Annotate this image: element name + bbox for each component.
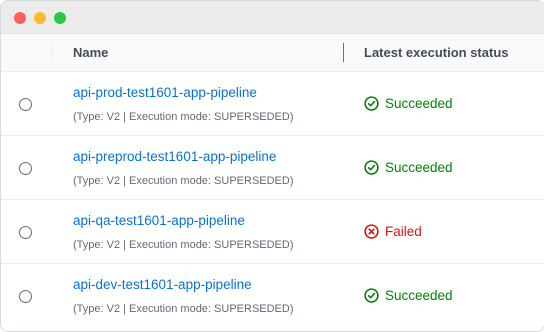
minimize-window-button[interactable] [34, 12, 46, 24]
column-header-name[interactable]: Name [73, 45, 108, 60]
pipeline-meta: (Type: V2 | Execution mode: SUPERSEDED) [73, 111, 294, 123]
status-label: Succeeded [385, 160, 453, 175]
column-header-status[interactable]: Latest execution status [364, 45, 509, 60]
pipeline-name-link[interactable]: api-preprod-test1601-app-pipeline [73, 149, 276, 164]
check-circle-icon [364, 160, 379, 175]
row-select-radio[interactable] [19, 226, 32, 239]
title-bar [1, 1, 544, 34]
pipeline-name-link[interactable]: api-qa-test1601-app-pipeline [73, 213, 245, 228]
check-circle-icon [364, 288, 379, 303]
status-badge: Succeeded [364, 288, 453, 303]
app-window: Name Latest execution status api-prod-te… [0, 0, 544, 332]
row-select-radio[interactable] [19, 98, 32, 111]
status-badge: Failed [364, 224, 422, 239]
column-divider [52, 43, 53, 62]
row-select-radio[interactable] [19, 290, 32, 303]
status-label: Failed [385, 224, 422, 239]
status-label: Succeeded [385, 288, 453, 303]
status-badge: Succeeded [364, 160, 453, 175]
pipeline-name-link[interactable]: api-prod-test1601-app-pipeline [73, 85, 257, 100]
pipeline-meta: (Type: V2 | Execution mode: SUPERSEDED) [73, 175, 294, 187]
status-badge: Succeeded [364, 96, 453, 111]
table-row: api-prod-test1601-app-pipeline (Type: V2… [1, 72, 544, 136]
row-select-radio[interactable] [19, 162, 32, 175]
status-label: Succeeded [385, 96, 453, 111]
x-circle-icon [364, 224, 379, 239]
pipeline-name-link[interactable]: api-dev-test1601-app-pipeline [73, 277, 252, 292]
table-header: Name Latest execution status [1, 34, 544, 72]
pipeline-meta: (Type: V2 | Execution mode: SUPERSEDED) [73, 239, 294, 251]
column-resize-handle[interactable] [343, 43, 344, 62]
table-row: api-dev-test1601-app-pipeline (Type: V2 … [1, 264, 544, 327]
check-circle-icon [364, 96, 379, 111]
table-row: api-qa-test1601-app-pipeline (Type: V2 |… [1, 200, 544, 264]
pipeline-table-body: api-prod-test1601-app-pipeline (Type: V2… [1, 72, 544, 327]
table-row: api-preprod-test1601-app-pipeline (Type:… [1, 136, 544, 200]
pipeline-meta: (Type: V2 | Execution mode: SUPERSEDED) [73, 303, 294, 315]
maximize-window-button[interactable] [54, 12, 66, 24]
close-window-button[interactable] [14, 12, 26, 24]
